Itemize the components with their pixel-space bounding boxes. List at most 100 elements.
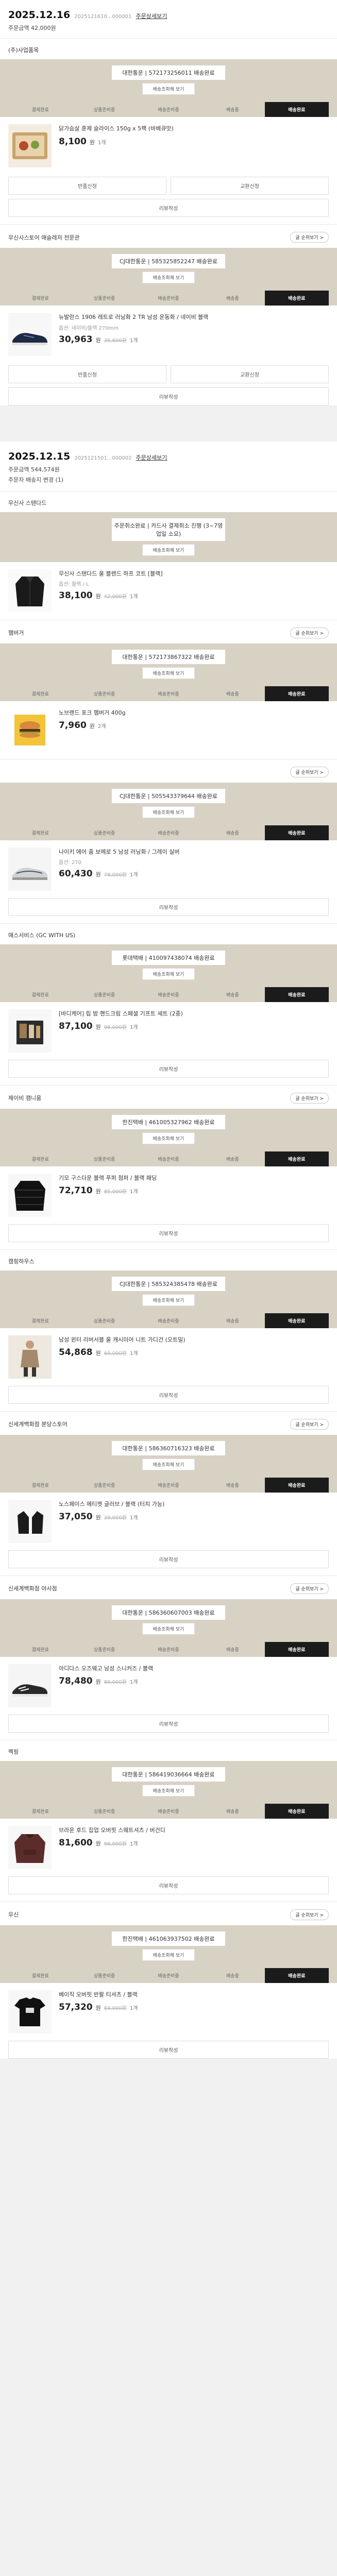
price-currency: 원	[95, 2005, 101, 2012]
track-delivery-button[interactable]: 배송조회해 보기	[142, 1784, 195, 1797]
write-review-button[interactable]: 리뷰작성	[8, 1059, 329, 1078]
product-name[interactable]: 노브랜드 포크 햄버거 400g	[59, 708, 329, 718]
product-name[interactable]: 남성 윈터 리버서블 울 캐시미어 니트 가디건 (오트밀)	[59, 1335, 329, 1345]
product-name[interactable]: 무신사 스탠다드 울 블렌드 하프 코트 [블랙]	[59, 569, 329, 579]
product-name[interactable]: 뉴발란스 1906 레트로 러닝화 2 TR 남성 운동화 / 네이비 블랙	[59, 313, 329, 322]
price-currency: 원	[95, 1024, 101, 1031]
product-name[interactable]: [바디케어] 립 밤 핸드크림 스페셜 기프트 세트 (2종)	[59, 1009, 329, 1019]
seller-row: 무신사 스탠다드	[0, 490, 337, 512]
order-item: 무신사 스탠다드 울 블렌드 하프 코트 [블랙] 옵션: 블랙 / L 38,10…	[0, 562, 337, 620]
product-image	[8, 1664, 52, 1707]
delivery-step: 상품준비중	[93, 831, 115, 836]
courier-tracking-info: 한진택배 | 461063937502 배송완료	[112, 1931, 225, 1946]
write-review-button[interactable]: 리뷰작성	[8, 1714, 329, 1733]
product-price: 7,960	[59, 720, 87, 731]
product-name[interactable]: 기모 구스다운 블랙 푸퍼 점퍼 / 블랙 패딩	[59, 1174, 329, 1183]
track-delivery-button[interactable]: 배송조회해 보기	[142, 1294, 195, 1306]
product-thumbnail[interactable]	[8, 847, 52, 891]
delivery-step: 결제완료	[31, 992, 49, 998]
delivery-step: 결제완료	[31, 1483, 49, 1488]
product-name[interactable]: 닭가슴살 훈제 슬라이스 150g x 5팩 (바베큐맛)	[59, 124, 329, 133]
track-delivery-button[interactable]: 배송조회해 보기	[142, 806, 195, 818]
review-rank-button[interactable]: 글 순위보기 >	[290, 627, 329, 638]
write-review-button[interactable]: 리뷰작성	[8, 1385, 329, 1404]
product-thumbnail[interactable]	[8, 1499, 52, 1543]
return-request-button[interactable]: 반품신청	[8, 177, 166, 195]
product-info: 무신사 스탠다드 울 블렌드 하프 코트 [블랙] 옵션: 블랙 / L 38,10…	[59, 569, 329, 613]
product-name[interactable]: 베이직 오버핏 반팔 티셔츠 / 블랙	[59, 1990, 329, 1999]
delivery-step: 배송중	[226, 691, 239, 697]
review-rank-button[interactable]: 글 순위보기 >	[290, 1909, 329, 1920]
product-image	[8, 1825, 52, 1869]
delivery-step: 배송중	[226, 1809, 239, 1815]
product-image	[8, 1173, 52, 1217]
delivery-step: 배송준비중	[158, 1483, 179, 1488]
delivery-steps: 결제완료 상품준비중 배송준비중 배송중 배송완료	[8, 1641, 329, 1657]
track-delivery-button[interactable]: 배송조회해 보기	[142, 1622, 195, 1635]
price-currency: 원	[95, 1350, 101, 1357]
price-row: 7,960 원 2개	[59, 720, 329, 731]
product-info: 노브랜드 포크 햄버거 400g 7,960 원 2개	[59, 708, 329, 752]
write-review-button[interactable]: 리뷰작성	[8, 1550, 329, 1568]
product-thumbnail[interactable]	[8, 1009, 52, 1053]
product-thumbnail[interactable]	[8, 708, 52, 752]
review-rank-button[interactable]: 글 순위보기 >	[290, 1418, 329, 1430]
product-thumbnail[interactable]	[8, 1335, 52, 1379]
review-rank-button[interactable]: 글 순위보기 >	[290, 766, 329, 777]
product-image	[8, 847, 52, 891]
track-delivery-button[interactable]: 배송조회해 보기	[142, 544, 195, 556]
seller-name: 무신사 스탠다드	[8, 499, 47, 506]
review-rank-label: 글 순위보기 >	[295, 1096, 324, 1101]
exchange-request-button[interactable]: 교환신청	[171, 365, 329, 383]
price-row: 37,050 원 39,000원 1개	[59, 1512, 329, 1522]
track-delivery-button[interactable]: 배송조회해 보기	[142, 968, 195, 980]
shipping-status-panel: CJ대한통운 | 585325852247 배송완료 배송조회해 보기 결제완료 상품…	[0, 248, 337, 306]
product-name[interactable]: 브라운 후드 집업 오버핏 스웨트셔츠 / 버건디	[59, 1826, 329, 1835]
delivery-step: 배송중	[226, 1647, 239, 1653]
write-review-button[interactable]: 리뷰작성	[8, 2040, 329, 2059]
track-delivery-button[interactable]: 배송조회해 보기	[142, 1132, 195, 1144]
order-detail-link[interactable]: 주문상세보기	[136, 453, 167, 462]
write-review-button[interactable]: 리뷰작성	[8, 387, 329, 405]
track-delivery-button[interactable]: 배송조회해 보기	[142, 1948, 195, 1961]
review-rank-button[interactable]: 글 순위보기 >	[290, 1092, 329, 1104]
delivery-step: 배송완료	[264, 102, 329, 117]
write-review-button[interactable]: 리뷰작성	[8, 897, 329, 916]
order-number: 2025121501...000002	[74, 455, 132, 461]
return-request-button[interactable]: 반품신청	[8, 365, 166, 383]
seller-row: 글 순위보기 >	[0, 758, 337, 783]
product-quantity: 1개	[129, 1189, 138, 1195]
product-thumbnail[interactable]	[8, 313, 52, 356]
product-option: 옵션: 블랙 / L	[59, 582, 89, 588]
review-rank-button[interactable]: 글 순위보기 >	[290, 232, 329, 243]
write-review-button[interactable]: 리뷰작성	[8, 1876, 329, 1894]
write-review-button[interactable]: 리뷰작성	[8, 199, 329, 217]
product-thumbnail[interactable]	[8, 1173, 52, 1217]
product-name[interactable]: 아디다스 오즈웨고 남성 스니커즈 / 블랙	[59, 1664, 329, 1673]
product-quantity: 1개	[129, 1841, 138, 1848]
write-review-button[interactable]: 리뷰작성	[8, 1224, 329, 1242]
shipping-status-panel: 주문취소완료 | 카드사 결제취소 진행 (3~7영업일 소요) 배송조회해 보기	[0, 512, 337, 562]
shipping-status-panel: 한진택배 | 461005327962 배송완료 배송조회해 보기 결제완료 상품준비…	[0, 1108, 337, 1166]
product-thumbnail[interactable]	[8, 124, 52, 167]
product-image	[8, 124, 52, 167]
delivery-step: 배송완료	[264, 1968, 329, 1983]
order-detail-link[interactable]: 주문상세보기	[136, 12, 167, 20]
product-thumbnail[interactable]	[8, 569, 52, 613]
track-delivery-button[interactable]: 배송조회해 보기	[142, 272, 195, 283]
product-name[interactable]: 노스페이스 에티켓 글러브 / 블랙 (터치 가능)	[59, 1500, 329, 1509]
delivery-step: 배송중	[226, 296, 239, 301]
track-delivery-button[interactable]: 배송조회해 보기	[142, 667, 195, 679]
track-delivery-button[interactable]: 배송조회해 보기	[142, 83, 195, 95]
delivery-step: 배송완료	[264, 987, 329, 1002]
price-row: 8,100 원 1개	[59, 137, 329, 147]
review-rank-button[interactable]: 글 순위보기 >	[290, 1583, 329, 1594]
exchange-request-button[interactable]: 교환신청	[171, 177, 329, 195]
track-delivery-button[interactable]: 배송조회해 보기	[142, 1458, 195, 1470]
product-name[interactable]: 나이키 에어 줌 보메로 5 남성 러닝화 / 그레이 실버	[59, 848, 329, 857]
product-quantity: 2개	[97, 724, 106, 730]
product-thumbnail[interactable]	[8, 1825, 52, 1869]
product-thumbnail[interactable]	[8, 1664, 52, 1707]
original-price: 78,000원	[104, 872, 127, 878]
product-thumbnail[interactable]	[8, 1990, 52, 2033]
